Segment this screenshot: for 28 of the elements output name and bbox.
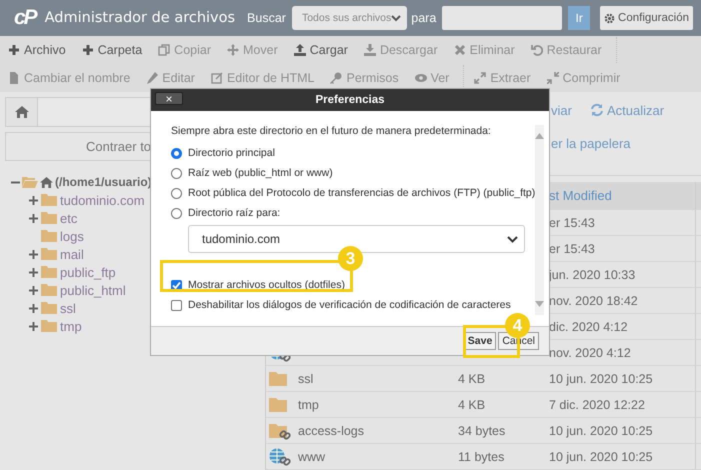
search-label: Buscar xyxy=(247,11,286,25)
modified-date: 10 jun. 2020 10:25 xyxy=(549,424,653,438)
modified-date: er 15:43 xyxy=(549,242,595,256)
file-name: ssl xyxy=(298,372,314,386)
modified-date: jun. 2020 10:33 xyxy=(549,268,636,282)
checkbox-label: Deshabilitar los diálogos de verificación de codificación de caracteres xyxy=(188,299,511,311)
modified-date: er 15:43 xyxy=(549,216,595,230)
modified-date: 10 jun. 2020 10:25 xyxy=(549,372,653,386)
modified-date: nov. 2020 4:12 xyxy=(549,346,631,360)
dialog-title: Preferencias xyxy=(315,94,385,106)
option-label: Directorio raíz para: xyxy=(188,207,280,219)
file-size: 34 bytes xyxy=(458,424,506,438)
app-title: Administrador de archivos xyxy=(44,10,236,26)
file-name: access-logs xyxy=(298,424,364,438)
modified-date: nov. 2020 18:42 xyxy=(549,294,638,308)
file-name: tmp xyxy=(298,398,319,412)
for-label: para xyxy=(411,11,436,25)
logo: cP xyxy=(14,6,37,30)
file-size: 11 bytes xyxy=(458,450,504,464)
option-label: Root pública del Protocolo de transferencias de archivos (FTP) (public_ftp) xyxy=(188,187,536,199)
modified-date: dic. 2020 4:12 xyxy=(549,320,628,334)
file-size: 4 KB xyxy=(458,372,486,386)
modified-date: 7 dic. 2020 12:22 xyxy=(549,398,645,412)
file-name: www xyxy=(298,450,326,464)
file-size: 4 KB xyxy=(458,398,486,412)
modified-date: 10 jun. 2020 10:25 xyxy=(549,450,653,464)
checkbox-label: Mostrar archivos ocultos (dotfiles) xyxy=(188,279,345,291)
option-label: Raíz web (public_html or www) xyxy=(188,167,333,179)
